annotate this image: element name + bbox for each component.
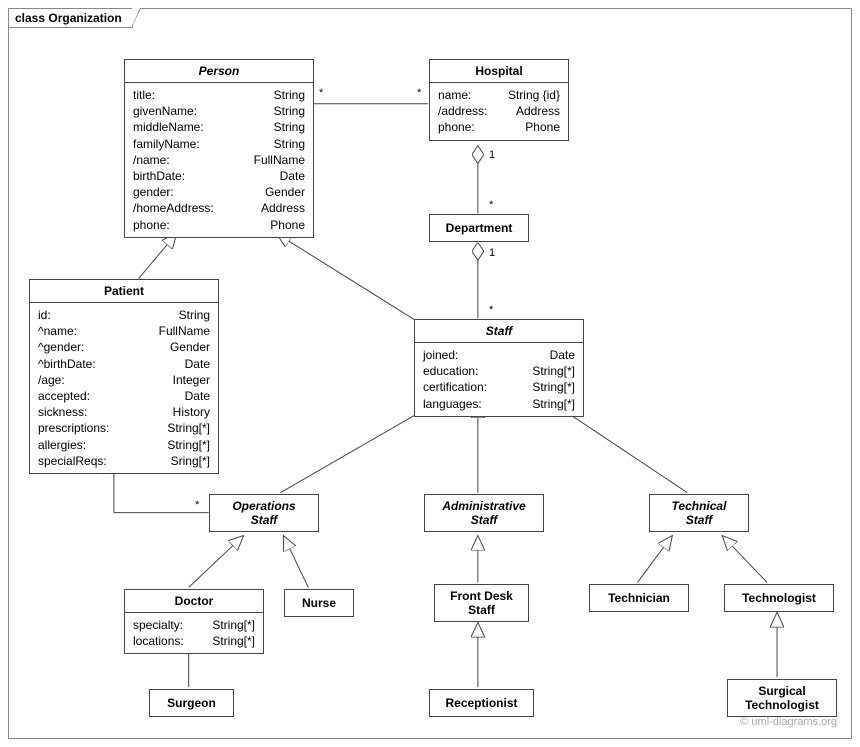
- class-title: Administrative Staff: [425, 495, 543, 531]
- class-title: Department: [430, 215, 528, 241]
- class-technician: Technician: [589, 584, 689, 612]
- class-title: Technician: [590, 585, 688, 611]
- class-doctor: Doctor specialty:String[*]locations:Stri…: [124, 589, 264, 654]
- class-patient: Patient id:String^name:FullName^gender:G…: [29, 279, 219, 474]
- class-title: Receptionist: [430, 690, 533, 716]
- class-surgical-technologist: Surgical Technologist: [727, 679, 837, 717]
- mult-label: *: [489, 304, 493, 316]
- diagram-border: class Organization: [8, 8, 852, 739]
- class-attrs: title:StringgivenName:StringmiddleName:S…: [125, 83, 313, 237]
- class-receptionist: Receptionist: [429, 689, 534, 717]
- mult-label: *: [195, 499, 199, 511]
- class-operations-staff: Operations Staff: [209, 494, 319, 532]
- diagram-frame: class Organization: [0, 0, 860, 747]
- class-nurse: Nurse: [284, 589, 354, 617]
- mult-label: 1: [489, 247, 495, 259]
- class-title: Technical Staff: [650, 495, 748, 531]
- class-technologist: Technologist: [724, 584, 834, 612]
- mult-label: *: [417, 87, 421, 99]
- class-title: Doctor: [125, 590, 263, 612]
- class-administrative-staff: Administrative Staff: [424, 494, 544, 532]
- class-hospital: Hospital name:String {id}/address:Addres…: [429, 59, 569, 141]
- class-title: Surgical Technologist: [728, 680, 836, 716]
- class-attrs: name:String {id}/address:Addressphone:Ph…: [430, 83, 568, 140]
- class-attrs: specialty:String[*]locations:String[*]: [125, 613, 263, 653]
- mult-label: *: [489, 199, 493, 211]
- class-attrs: id:String^name:FullName^gender:Gender^bi…: [30, 303, 218, 473]
- class-title: Technologist: [725, 585, 833, 611]
- class-title: Staff: [415, 320, 583, 342]
- mult-label: *: [319, 87, 323, 99]
- mult-label: 1: [489, 149, 495, 161]
- class-technical-staff: Technical Staff: [649, 494, 749, 532]
- class-title: Surgeon: [150, 690, 233, 716]
- class-surgeon: Surgeon: [149, 689, 234, 717]
- class-department: Department: [429, 214, 529, 242]
- class-front-desk-staff: Front Desk Staff: [434, 584, 529, 622]
- class-person: Person title:StringgivenName:Stringmiddl…: [124, 59, 314, 238]
- class-attrs: joined:Dateeducation:String[*]certificat…: [415, 343, 583, 416]
- watermark: © uml-diagrams.org: [740, 716, 837, 728]
- class-staff: Staff joined:Dateeducation:String[*]cert…: [414, 319, 584, 417]
- class-title: Front Desk Staff: [435, 585, 528, 621]
- class-title: Patient: [30, 280, 218, 302]
- class-title: Person: [125, 60, 313, 82]
- class-title: Nurse: [285, 590, 353, 616]
- class-title: Operations Staff: [210, 495, 318, 531]
- class-title: Hospital: [430, 60, 568, 82]
- frame-title: class Organization: [8, 8, 133, 28]
